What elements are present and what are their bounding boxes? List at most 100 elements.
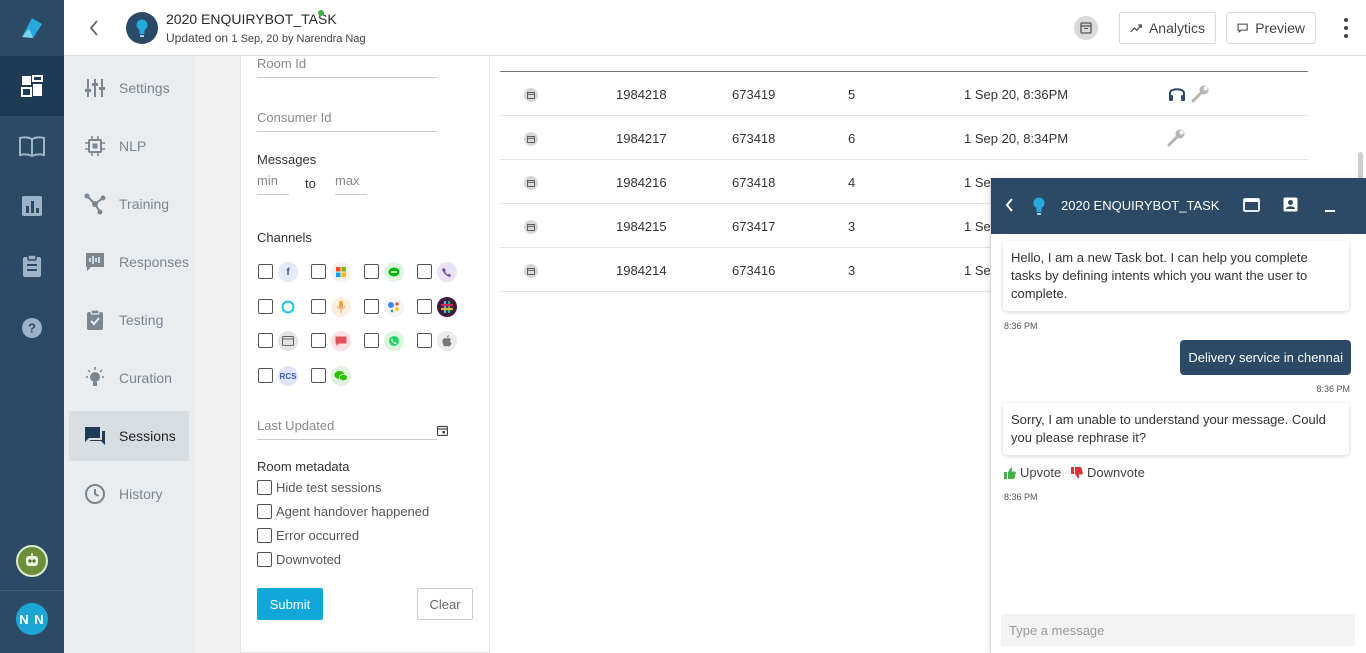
option-label: Downvoted <box>276 552 342 567</box>
table-row[interactable]: 1984218 673419 5 1 Sep 20, 8:36PM <box>500 72 1308 116</box>
channel-checkbox-microsoft[interactable] <box>311 264 326 279</box>
room-id-cell: 673419 <box>732 87 776 102</box>
sliders-icon <box>81 78 109 98</box>
subnav-label: Settings <box>119 80 170 96</box>
widget-icon[interactable] <box>1074 16 1098 40</box>
rail-divider <box>0 590 64 591</box>
chat-message-input[interactable]: Type a message <box>1001 614 1355 646</box>
rail-book-icon[interactable] <box>0 116 64 176</box>
message-count-cell: 6 <box>848 131 856 146</box>
downvoted-option[interactable]: Downvoted <box>257 552 341 567</box>
channel-checkbox-rcs[interactable] <box>258 368 273 383</box>
message-count-cell: 5 <box>848 87 856 102</box>
wrench-icon[interactable] <box>1190 85 1210 106</box>
channel-checkbox-wechat[interactable] <box>311 368 326 383</box>
messages-min-input[interactable]: min <box>257 173 289 195</box>
rail-analytics-icon[interactable] <box>0 176 64 236</box>
channel-checkbox-google-assistant[interactable] <box>364 299 379 314</box>
downvoted-checkbox[interactable] <box>257 552 272 567</box>
downvote-label: Downvote <box>1087 465 1145 480</box>
subnav-item-responses[interactable]: Responses <box>69 237 189 287</box>
bot-avatar-icon[interactable] <box>16 545 48 577</box>
agent-handover-option[interactable]: Agent handover happened <box>257 504 429 519</box>
channel-checkbox-line[interactable] <box>364 264 379 279</box>
history-icon <box>81 483 109 505</box>
session-id-cell[interactable]: 1984218 <box>616 87 667 102</box>
channel-checkbox-slack[interactable] <box>417 299 432 314</box>
channel-checkbox-sms[interactable] <box>311 333 326 348</box>
consumer-id-input[interactable]: Consumer Id <box>257 110 437 132</box>
table-row[interactable]: 1984217 673418 6 1 Sep 20, 8:34PM <box>500 116 1308 160</box>
hide-test-sessions-option[interactable]: Hide test sessions <box>257 480 382 495</box>
updated-cell: 1 Se <box>964 175 991 190</box>
chat-window-icon[interactable] <box>1243 198 1260 217</box>
error-occurred-checkbox[interactable] <box>257 528 272 543</box>
rcs-icon: RCS <box>278 366 298 386</box>
session-id-cell[interactable]: 1984214 <box>616 263 667 278</box>
session-filter-panel: Room Id Consumer Id Messages min to max … <box>240 56 490 653</box>
calendar-icon[interactable] <box>436 423 449 437</box>
last-updated-input[interactable]: Last Updated <box>257 418 437 440</box>
clear-button[interactable]: Clear <box>417 588 473 620</box>
slack-icon <box>437 297 457 317</box>
error-occurred-option[interactable]: Error occurred <box>257 528 359 543</box>
message-time: 8:36 PM <box>1004 321 1038 331</box>
subnav-item-curation[interactable]: Curation <box>69 353 189 403</box>
session-id-cell[interactable]: 1984215 <box>616 219 667 234</box>
network-icon <box>81 193 109 215</box>
channel-checkbox-viber[interactable] <box>417 264 432 279</box>
subnav-item-sessions[interactable]: Sessions <box>69 411 189 461</box>
preview-button[interactable]: Preview <box>1226 12 1316 44</box>
subnav-item-history[interactable]: History <box>69 469 189 519</box>
subnav-item-nlp[interactable]: NLP <box>69 121 189 171</box>
updated-date: 1 Sep, 20 <box>231 33 279 45</box>
channel-checkbox-web[interactable] <box>258 333 273 348</box>
user-avatar[interactable]: N N <box>16 603 48 635</box>
messages-max-input[interactable]: max <box>335 173 367 195</box>
bot-message: Sorry, I am unable to understand your me… <box>1003 403 1349 455</box>
chat-contact-icon[interactable] <box>1283 197 1298 217</box>
google-assistant-icon <box>384 297 404 317</box>
microphone-icon <box>331 297 351 317</box>
chat-preview-icon <box>1237 23 1248 33</box>
rail-help-icon[interactable]: ? <box>0 298 64 358</box>
chat-back-chevron-icon[interactable] <box>1005 198 1013 217</box>
preview-label: Preview <box>1255 20 1305 36</box>
bot-message: Hello, I am a new Task bot. I can help y… <box>1003 241 1349 311</box>
sms-icon <box>331 331 351 351</box>
channel-checkbox-alexa[interactable] <box>258 299 273 314</box>
hide-test-sessions-checkbox[interactable] <box>257 480 272 495</box>
wrench-icon[interactable] <box>1166 129 1186 150</box>
agent-handover-checkbox[interactable] <box>257 504 272 519</box>
bot-updated-info: Updated on 1 Sep, 20 by Narendra Nag <box>166 31 366 45</box>
submit-button[interactable]: Submit <box>257 588 323 620</box>
headset-icon[interactable] <box>1168 85 1186 105</box>
subnav-item-settings[interactable]: Settings <box>69 63 189 113</box>
session-id-cell[interactable]: 1984217 <box>616 131 667 146</box>
channel-checkbox-whatsapp[interactable] <box>364 333 379 348</box>
web-widget-icon <box>524 176 538 190</box>
room-id-input[interactable]: Room Id <box>257 56 437 78</box>
app-logo-icon[interactable] <box>0 0 64 56</box>
rail-dashboard-icon[interactable] <box>0 56 64 116</box>
rail-clipboard-icon[interactable] <box>0 236 64 296</box>
upvote-button[interactable]: Upvote <box>1004 465 1061 480</box>
subnav-label: Sessions <box>119 428 176 444</box>
message-count-cell: 3 <box>848 263 856 278</box>
subnav-item-training[interactable]: Training <box>69 179 189 229</box>
updated-cell: 1 Sep 20, 8:34PM <box>964 131 1069 146</box>
session-id-cell[interactable]: 1984216 <box>616 175 667 190</box>
more-options-icon[interactable] <box>1340 16 1352 40</box>
analytics-button[interactable]: Analytics <box>1119 12 1216 44</box>
back-chevron-icon[interactable] <box>82 16 106 40</box>
subnav-item-testing[interactable]: Testing <box>69 295 189 345</box>
channel-checkbox-apple[interactable] <box>417 333 432 348</box>
chip-icon <box>81 136 109 156</box>
updated-cell: 1 Se <box>964 263 991 278</box>
channel-checkbox-voice[interactable] <box>311 299 326 314</box>
chat-minimize-icon[interactable] <box>1325 210 1335 212</box>
option-label: Error occurred <box>276 528 360 543</box>
downvote-button[interactable]: Downvote <box>1071 465 1145 480</box>
channel-checkbox-facebook[interactable] <box>258 264 273 279</box>
subnav-label: Curation <box>119 370 172 386</box>
